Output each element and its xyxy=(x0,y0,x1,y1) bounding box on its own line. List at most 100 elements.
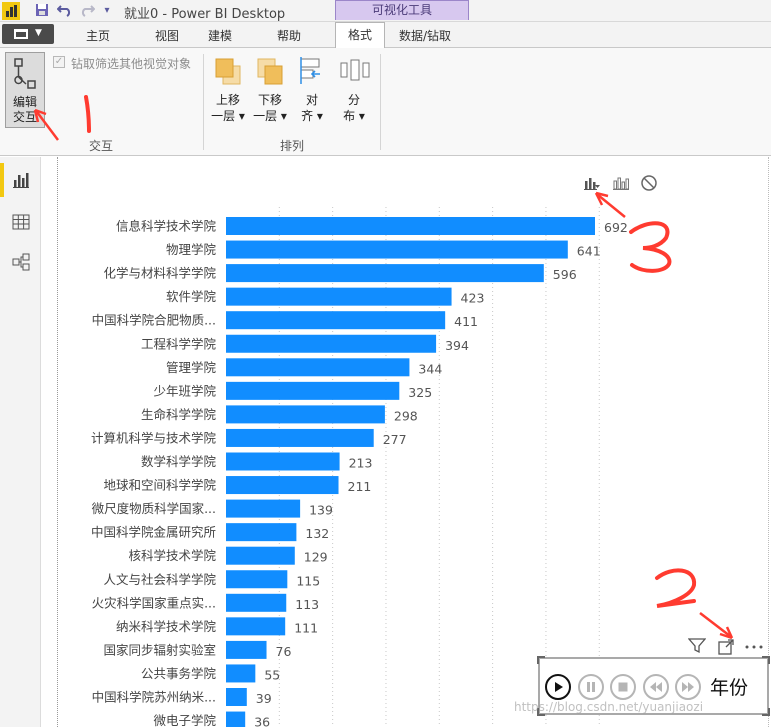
data-label: 394 xyxy=(445,338,469,353)
bar[interactable] xyxy=(226,570,288,589)
data-label: 213 xyxy=(349,456,373,471)
bar[interactable] xyxy=(226,523,297,542)
data-label: 277 xyxy=(383,432,407,447)
customize-toolbar-icon[interactable]: ▾ xyxy=(99,3,115,19)
redo-icon[interactable] xyxy=(79,3,96,19)
bar[interactable] xyxy=(226,711,246,727)
send-backward-button[interactable]: 下移 一层 ▾ xyxy=(250,54,290,130)
next-icon[interactable] xyxy=(675,674,701,700)
data-label: 132 xyxy=(305,526,329,541)
align-button[interactable]: 对 齐 ▾ xyxy=(292,54,332,130)
category-label: 计算机科学与技术学院 xyxy=(91,430,217,445)
focus-mode-icon[interactable] xyxy=(718,639,734,658)
window-title: 就业0 - Power BI Desktop xyxy=(124,7,286,22)
bring-forward-button[interactable]: 上移 一层 ▾ xyxy=(208,54,248,130)
undo-icon[interactable] xyxy=(56,3,73,19)
data-label: 344 xyxy=(418,361,442,376)
data-label: 129 xyxy=(304,550,328,565)
file-menu-icon xyxy=(14,29,28,39)
file-menu-button[interactable]: ▼ xyxy=(2,24,54,44)
tab-modeling[interactable]: 建模 xyxy=(208,27,232,44)
save-icon[interactable] xyxy=(34,3,50,19)
title-bar: ▾ 就业0 - Power BI Desktop 可视化工具 xyxy=(0,0,771,22)
data-label: 298 xyxy=(394,408,418,423)
tab-data-drill[interactable]: 数据/钻取 xyxy=(399,27,451,44)
data-label: 325 xyxy=(408,385,432,400)
bar[interactable] xyxy=(226,217,595,235)
bar[interactable] xyxy=(226,664,256,683)
interaction-group-label: 交互 xyxy=(89,139,114,153)
bar[interactable] xyxy=(226,640,267,659)
category-label: 工程科学学院 xyxy=(141,336,217,351)
align-icon xyxy=(300,57,320,84)
tab-home[interactable]: 主页 xyxy=(86,27,110,44)
bring-forward-icon xyxy=(215,58,241,85)
bar[interactable] xyxy=(226,405,385,424)
data-label: 139 xyxy=(309,503,333,518)
category-label: 软件学院 xyxy=(166,289,217,304)
bar[interactable] xyxy=(226,381,400,400)
data-label: 55 xyxy=(264,667,280,682)
active-view-indicator xyxy=(0,163,4,197)
play-icon[interactable] xyxy=(545,674,571,700)
bar[interactable] xyxy=(226,499,301,518)
filter-interaction-icon[interactable] xyxy=(583,174,601,195)
data-view-icon[interactable] xyxy=(12,213,30,231)
category-label: 火灾科学国家重点实... xyxy=(92,595,216,610)
distribute-button[interactable]: 分 布 ▾ xyxy=(334,54,374,130)
bar[interactable] xyxy=(226,358,410,377)
bar[interactable] xyxy=(226,240,568,259)
resize-handle[interactable] xyxy=(762,656,770,664)
resize-handle[interactable] xyxy=(537,656,545,664)
bar[interactable] xyxy=(226,593,287,612)
category-label: 管理学院 xyxy=(166,360,217,375)
stop-icon[interactable] xyxy=(610,674,636,700)
bar[interactable] xyxy=(226,264,544,283)
bar[interactable] xyxy=(226,287,452,306)
play-axis-label: 年份 xyxy=(710,677,749,699)
model-view-icon[interactable] xyxy=(12,253,30,271)
none-interaction-icon[interactable] xyxy=(640,174,658,195)
drill-filter-checkbox[interactable]: ✓ xyxy=(53,56,65,68)
distribute-label: 分 布 ▾ xyxy=(343,93,365,123)
data-label: 423 xyxy=(461,291,485,306)
tab-view[interactable]: 视图 xyxy=(155,27,179,44)
more-options-icon[interactable] xyxy=(744,641,764,655)
category-label: 纳米科学技术学院 xyxy=(116,619,217,634)
distribute-icon xyxy=(340,59,370,81)
bar[interactable] xyxy=(226,334,437,353)
bar[interactable] xyxy=(226,476,339,495)
report-view-icon[interactable] xyxy=(12,171,30,189)
ribbon-tab-row: ▼ 主页 视图 建模 帮助 格式 数据/钻取 xyxy=(0,22,771,49)
filter-icon[interactable] xyxy=(687,638,707,657)
category-label: 数学科学学院 xyxy=(141,454,217,469)
resize-handle[interactable] xyxy=(762,708,770,716)
pause-icon[interactable] xyxy=(578,674,604,700)
bar[interactable] xyxy=(226,617,286,636)
ribbon-panel: 编辑 交互 ✓ 钻取筛选其他视觉对象 交互 上移 一层 ▾ 下移 一层 ▾ 对 … xyxy=(0,48,771,156)
highlight-interaction-icon[interactable] xyxy=(612,174,630,195)
report-canvas[interactable]: 信息科学技术学院 692 物理学院 641 化学与材料科学学院 596 软件学院 423 中国科… xyxy=(42,157,771,727)
data-label: 211 xyxy=(348,479,372,494)
category-label: 少年班学院 xyxy=(153,383,216,398)
watermark: https://blog.csdn.net/yuanjiaozi xyxy=(514,700,704,714)
ribbon-separator xyxy=(380,54,381,150)
bar[interactable] xyxy=(226,546,295,565)
previous-icon[interactable] xyxy=(643,674,669,700)
tab-format[interactable]: 格式 xyxy=(335,22,385,49)
data-label: 113 xyxy=(295,597,319,612)
category-label: 化学与材料科学学院 xyxy=(103,266,216,281)
category-label: 地球和空间科学学院 xyxy=(103,478,216,493)
app-window: ▾ 就业0 - Power BI Desktop 可视化工具 ▼ 主页 视图 建… xyxy=(0,0,771,727)
bar[interactable] xyxy=(226,452,340,471)
drill-filter-label: 钻取筛选其他视觉对象 xyxy=(71,57,192,71)
tab-help[interactable]: 帮助 xyxy=(277,27,301,44)
bar[interactable] xyxy=(226,428,374,447)
context-tab-visual-tools: 可视化工具 xyxy=(335,0,469,20)
bar-chart[interactable]: 信息科学技术学院 692 物理学院 641 化学与材料科学学院 596 软件学院 423 中国科… xyxy=(42,157,771,727)
category-label: 微尺度物质科学国家... xyxy=(92,501,216,516)
bar[interactable] xyxy=(226,311,446,330)
bar[interactable] xyxy=(226,688,247,706)
edit-interactions-icon xyxy=(14,58,36,89)
edit-interactions-button[interactable]: 编辑 交互 xyxy=(5,52,45,128)
